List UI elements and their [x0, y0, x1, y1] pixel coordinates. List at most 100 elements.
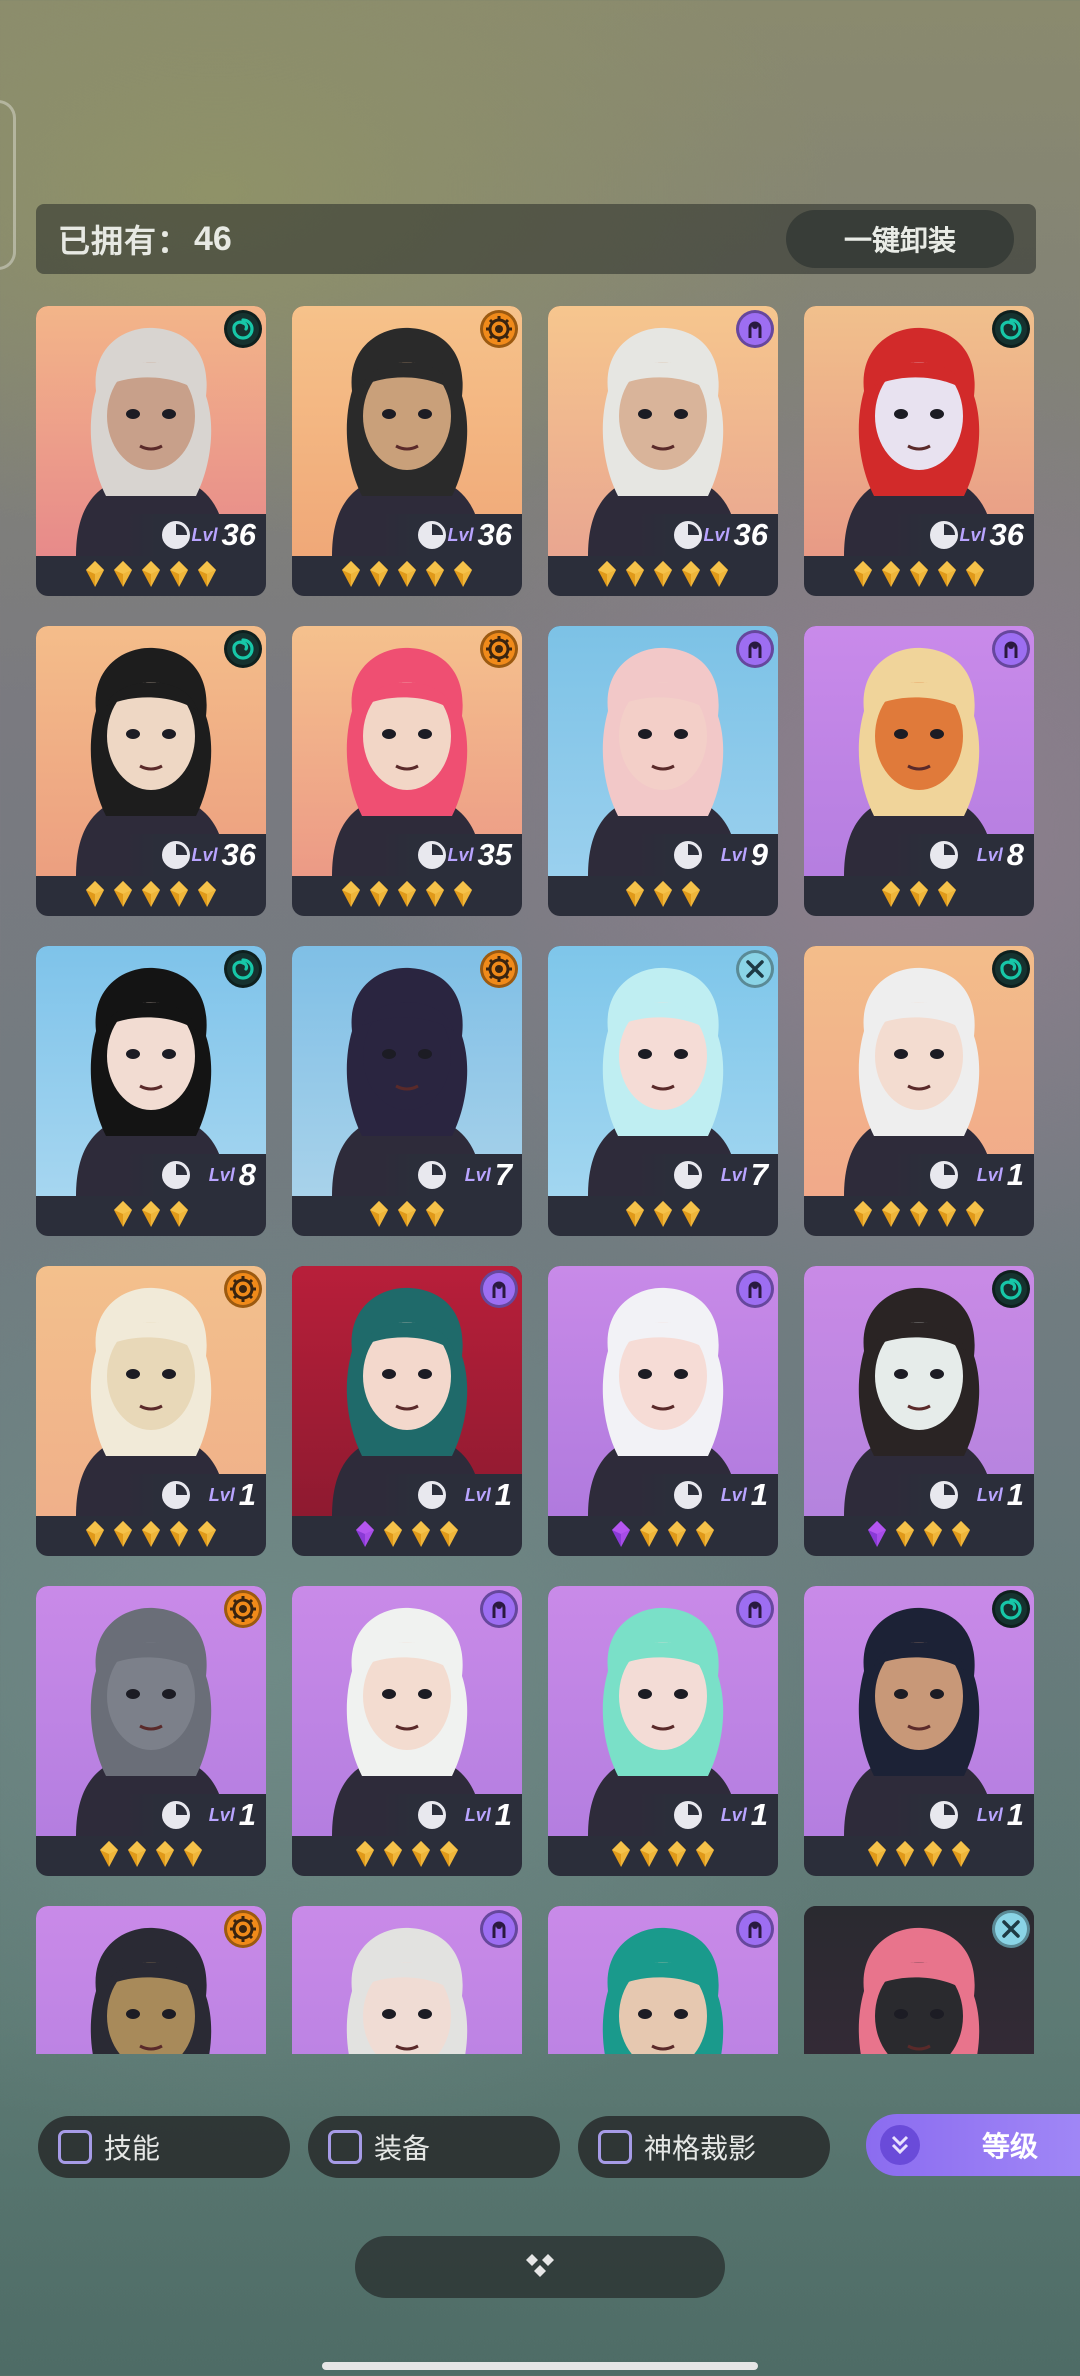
- level-number: 7: [494, 1157, 512, 1192]
- star-gem-icon: [424, 880, 446, 913]
- star-gem-icon: [196, 560, 218, 593]
- level-prefix: Lvl: [720, 1164, 747, 1185]
- star-gem-icon: [638, 1520, 660, 1553]
- progress-pie-icon: [162, 521, 190, 549]
- expand-more-button[interactable]: [355, 2236, 725, 2298]
- hero-card[interactable]: Lvl 8: [36, 946, 266, 1236]
- level-number: 36: [221, 837, 256, 872]
- hero-card[interactable]: Lvl 36: [804, 306, 1034, 596]
- star-rating: [804, 876, 1034, 916]
- side-drawer-handle[interactable]: [0, 100, 16, 270]
- star-gem-icon: [396, 880, 418, 913]
- star-rating: [804, 1836, 1034, 1876]
- hero-card[interactable]: Lvl 1: [804, 946, 1034, 1236]
- owned-summary-bar: 已拥有： 46 一键卸装: [36, 204, 1036, 274]
- level-number: 36: [733, 517, 768, 552]
- star-gem-icon: [666, 1840, 688, 1873]
- progress-pie-icon: [674, 1481, 702, 1509]
- star-gem-icon: [610, 1520, 632, 1553]
- hero-card[interactable]: Lvl 7: [292, 946, 522, 1236]
- level-number: 1: [1006, 1157, 1024, 1192]
- hero-card[interactable]: [804, 1906, 1034, 2054]
- checkbox-icon[interactable]: [328, 2130, 362, 2164]
- star-gem-icon: [112, 560, 134, 593]
- level-prefix: Lvl: [447, 844, 474, 865]
- star-gem-icon: [382, 1840, 404, 1873]
- filter-equipment[interactable]: 装备: [308, 2116, 560, 2178]
- hero-card[interactable]: Lvl 36: [36, 626, 266, 916]
- level-prefix: Lvl: [720, 1804, 747, 1825]
- level-number: 1: [238, 1477, 256, 1512]
- hero-card[interactable]: [548, 1906, 778, 2054]
- mind-icon: [736, 1270, 774, 1308]
- hero-card[interactable]: Lvl 1: [804, 1266, 1034, 1556]
- level-number: 1: [238, 1797, 256, 1832]
- mind-icon: [736, 310, 774, 348]
- hero-card[interactable]: [292, 1906, 522, 2054]
- gear-icon: [224, 1270, 262, 1308]
- checkbox-icon[interactable]: [598, 2130, 632, 2164]
- level-strip: Lvl 8: [894, 834, 1034, 876]
- star-gem-icon: [340, 560, 362, 593]
- checkbox-icon[interactable]: [58, 2130, 92, 2164]
- level-prefix: Lvl: [959, 524, 986, 545]
- star-rating: [292, 556, 522, 596]
- hero-card[interactable]: Lvl 1: [292, 1586, 522, 1876]
- owned-label: 已拥有：: [58, 223, 191, 259]
- star-rating: [548, 556, 778, 596]
- level-number: 1: [750, 1477, 768, 1512]
- cross-icon: [992, 1910, 1030, 1948]
- hero-card[interactable]: Lvl 9: [548, 626, 778, 916]
- star-gem-icon: [112, 1520, 134, 1553]
- star-gem-icon: [950, 1840, 972, 1873]
- star-gem-icon: [866, 1520, 888, 1553]
- hero-card[interactable]: Lvl 1: [36, 1266, 266, 1556]
- level-strip: Lvl 1: [126, 1474, 266, 1516]
- hero-card[interactable]: Lvl 8: [804, 626, 1034, 916]
- star-rating: [36, 876, 266, 916]
- star-rating: [292, 876, 522, 916]
- hero-card[interactable]: Lvl 1: [36, 1586, 266, 1876]
- hero-card[interactable]: Lvl 1: [548, 1266, 778, 1556]
- level-prefix: Lvl: [720, 844, 747, 865]
- level-strip: Lvl 1: [382, 1474, 522, 1516]
- star-rating: [804, 556, 1034, 596]
- filter-skill[interactable]: 技能: [38, 2116, 290, 2178]
- star-gem-icon: [340, 880, 362, 913]
- hero-card[interactable]: Lvl 1: [548, 1586, 778, 1876]
- star-gem-icon: [354, 1840, 376, 1873]
- star-gem-icon: [438, 1520, 460, 1553]
- progress-pie-icon: [674, 521, 702, 549]
- level-strip: Lvl 1: [894, 1474, 1034, 1516]
- star-gem-icon: [908, 1200, 930, 1233]
- hero-card[interactable]: Lvl 36: [36, 306, 266, 596]
- cross-icon: [736, 950, 774, 988]
- hero-card[interactable]: Lvl 1: [292, 1266, 522, 1556]
- star-gem-icon: [396, 1200, 418, 1233]
- star-gem-icon: [84, 1520, 106, 1553]
- star-rating: [36, 556, 266, 596]
- hero-card[interactable]: Lvl 36: [292, 306, 522, 596]
- hero-card[interactable]: [36, 1906, 266, 2054]
- star-rating: [548, 1196, 778, 1236]
- star-rating: [548, 876, 778, 916]
- star-rating: [292, 1196, 522, 1236]
- level-prefix: Lvl: [191, 844, 218, 865]
- hero-grid-scroll[interactable]: Lvl 36 Lvl 36 Lvl 36 Lvl 36 Lvl 36 Lvl 35 Lvl 9 Lvl 8 Lv…: [36, 306, 1036, 2054]
- progress-pie-icon: [930, 1801, 958, 1829]
- star-gem-icon: [424, 1200, 446, 1233]
- star-gem-icon: [652, 1200, 674, 1233]
- filter-divine-cut[interactable]: 神格裁影: [578, 2116, 830, 2178]
- progress-pie-icon: [418, 1481, 446, 1509]
- hero-card[interactable]: Lvl 35: [292, 626, 522, 916]
- star-gem-icon: [452, 880, 474, 913]
- level-prefix: Lvl: [703, 524, 730, 545]
- unequip-all-button[interactable]: 一键卸装: [786, 210, 1014, 268]
- star-gem-icon: [908, 560, 930, 593]
- hero-card[interactable]: Lvl 36: [548, 306, 778, 596]
- hero-card[interactable]: Lvl 1: [804, 1586, 1034, 1876]
- star-gem-icon: [84, 560, 106, 593]
- level-number: 1: [494, 1797, 512, 1832]
- sort-by-level-button[interactable]: 等级: [866, 2114, 1080, 2176]
- hero-card[interactable]: Lvl 7: [548, 946, 778, 1236]
